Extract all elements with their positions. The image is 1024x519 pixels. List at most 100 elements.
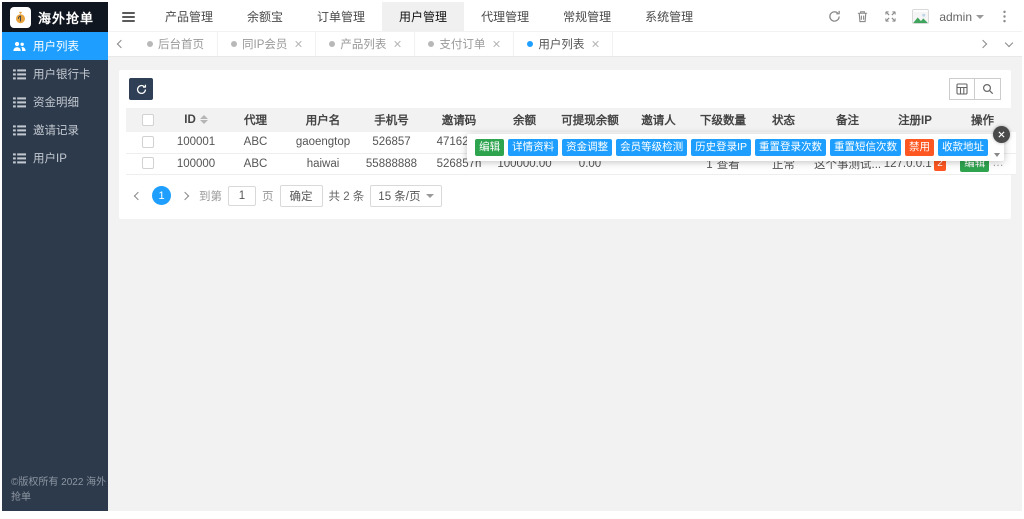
columns-filter-button[interactable] [949, 78, 975, 100]
content-area: ID 代理 用户名 手机号 邀请码 余额 可提现余额 邀请人 下级数量 状态 备 [108, 57, 1022, 511]
nav-item-label: 订单管理 [317, 10, 366, 24]
col-label: 邀请人 [641, 115, 676, 127]
cell-phone: 526857 [358, 132, 425, 154]
toolbar-right [949, 78, 1001, 100]
nav-item-system[interactable]: 系统管理 [628, 2, 710, 31]
refresh-icon[interactable] [820, 2, 848, 32]
top-navbar: 产品管理 余额宝 订单管理 用户管理 代理管理 常规管理 系统管理 admin [108, 2, 1022, 32]
col-id[interactable]: ID [169, 108, 223, 132]
table-wrap: ID 代理 用户名 手机号 邀请码 余额 可提现余额 邀请人 下级数量 状态 备 [126, 108, 1016, 175]
nav-item-label: 系统管理 [645, 10, 694, 24]
brand-title: 海外抢单 [38, 10, 95, 26]
nav-item-yuebao[interactable]: 余额宝 [230, 2, 300, 31]
close-icon[interactable] [492, 40, 500, 48]
refresh-table-button[interactable] [129, 78, 153, 100]
row-checkbox[interactable] [141, 136, 154, 149]
login-ip-history-button[interactable]: 历史登录IP [691, 139, 751, 156]
trash-icon[interactable] [848, 2, 876, 32]
tabs-menu-button[interactable] [996, 32, 1022, 56]
sidebar-item-user-list[interactable]: 用户列表 [2, 32, 108, 60]
fullscreen-icon[interactable] [876, 2, 904, 32]
cell-id: 100001 [169, 132, 223, 154]
chevron-down-icon[interactable] [994, 153, 1000, 157]
goto-label-post: 页 [262, 190, 274, 203]
chevron-down-icon [1004, 38, 1014, 47]
col-status: 状态 [753, 108, 814, 132]
sidebar-item-label: 资金明细 [33, 97, 79, 109]
col-sub-count: 下级数量 [693, 108, 753, 132]
tabbar-right [970, 32, 1022, 56]
current-page-button[interactable]: 1 [152, 186, 171, 205]
tab-same-ip-members[interactable]: 同IP会员 [218, 32, 317, 56]
tabs-scroll-left-button[interactable] [108, 32, 134, 56]
close-icon[interactable] [393, 40, 401, 48]
nav-item-general[interactable]: 常规管理 [546, 2, 628, 31]
col-username: 用户名 [288, 108, 358, 132]
goto-page-input[interactable] [228, 185, 256, 206]
col-agent: 代理 [223, 108, 288, 132]
nav-item-orders[interactable]: 订单管理 [300, 2, 382, 31]
main-area: 产品管理 余额宝 订单管理 用户管理 代理管理 常规管理 系统管理 admin … [108, 2, 1022, 511]
admin-app: 海外抢单 用户列表 用户银行卡 资金明细 邀请记录 用户IP ©版权所有 202… [2, 2, 1022, 511]
tabs-scroll-right-button[interactable] [970, 32, 996, 56]
sidebar-item-user-bank-cards[interactable]: 用户银行卡 [2, 60, 108, 88]
row-action-panel: 编辑 详情资料 资金调整 会员等级检测 历史登录IP 重置登录次数 重置短信次数… [467, 126, 1010, 161]
close-icon[interactable] [591, 40, 599, 48]
fund-adjust-button[interactable]: 资金调整 [562, 139, 613, 156]
nav-item-products[interactable]: 产品管理 [148, 2, 230, 31]
confirm-page-button[interactable]: 确定 [279, 184, 323, 207]
more-options-icon[interactable] [990, 2, 1018, 32]
search-icon[interactable] [975, 78, 1001, 100]
tab-user-list[interactable]: 用户列表 [514, 32, 614, 56]
select-all-checkbox[interactable] [141, 113, 154, 126]
header-checkbox-cell [126, 108, 169, 132]
sidebar-item-invite-records[interactable]: 邀请记录 [2, 116, 108, 144]
reset-login-count-button[interactable]: 重置登录次数 [755, 139, 826, 156]
sort-icon[interactable] [199, 115, 208, 125]
tab-payment-orders[interactable]: 支付订单 [415, 32, 515, 56]
close-panel-button[interactable] [993, 126, 1010, 143]
prev-page-button[interactable] [130, 188, 146, 204]
disable-button[interactable]: 禁用 [905, 139, 934, 156]
tab-label: 用户列表 [538, 39, 585, 51]
sidebar-item-fund-details[interactable]: 资金明细 [2, 88, 108, 116]
col-register-ip: 注册IP [881, 108, 949, 132]
col-label: 手机号 [374, 115, 409, 127]
cell-username: gaoengtop [288, 132, 358, 154]
table-header-row: ID 代理 用户名 手机号 邀请码 余额 可提现余额 邀请人 下级数量 状态 备 [126, 108, 1016, 132]
payment-address-button[interactable]: 收款地址 [938, 139, 988, 156]
col-label: 备注 [836, 115, 859, 127]
reset-sms-count-button[interactable]: 重置短信次数 [830, 139, 901, 156]
cell-agent: ABC [223, 153, 288, 175]
nav-item-agents[interactable]: 代理管理 [464, 2, 546, 31]
tab-product-list[interactable]: 产品列表 [316, 32, 416, 56]
users-icon [13, 41, 26, 52]
col-label: 可提现余额 [561, 115, 619, 127]
edit-button[interactable]: 编辑 [475, 139, 505, 156]
chevron-right-icon [978, 39, 988, 49]
cell-username: haiwai [288, 153, 358, 175]
member-level-check-button[interactable]: 会员等级检测 [616, 139, 688, 156]
detail-info-button[interactable]: 详情资料 [508, 139, 559, 156]
user-avatar[interactable] [912, 9, 930, 24]
collapse-menu-button[interactable] [108, 2, 148, 31]
next-page-button[interactable] [177, 188, 193, 204]
close-icon[interactable] [294, 40, 302, 48]
cell-id: 100000 [169, 153, 223, 175]
tab-bar: 后台首页 同IP会员 产品列表 支付订单 用户列表 [108, 32, 1022, 57]
nav-item-users[interactable]: 用户管理 [382, 2, 465, 31]
tab-label: 产品列表 [340, 39, 387, 51]
tab-dashboard[interactable]: 后台首页 [134, 32, 218, 56]
row-checkbox[interactable] [141, 157, 154, 170]
page-size-select[interactable]: 15 条/页 [370, 184, 443, 207]
col-phone: 手机号 [358, 108, 425, 132]
topbar-right: admin [820, 2, 1022, 31]
sidebar-item-label: 用户IP [33, 153, 67, 165]
sidebar-item-label: 用户列表 [33, 41, 79, 53]
sidebar-item-user-ip[interactable]: 用户IP [2, 144, 108, 172]
col-withdrawable: 可提现余额 [556, 108, 624, 132]
chevron-down-icon [976, 14, 984, 19]
nav-item-label: 用户管理 [399, 10, 448, 24]
total-count-label: 共 2 条 [328, 190, 365, 203]
user-menu[interactable]: admin [933, 10, 990, 24]
